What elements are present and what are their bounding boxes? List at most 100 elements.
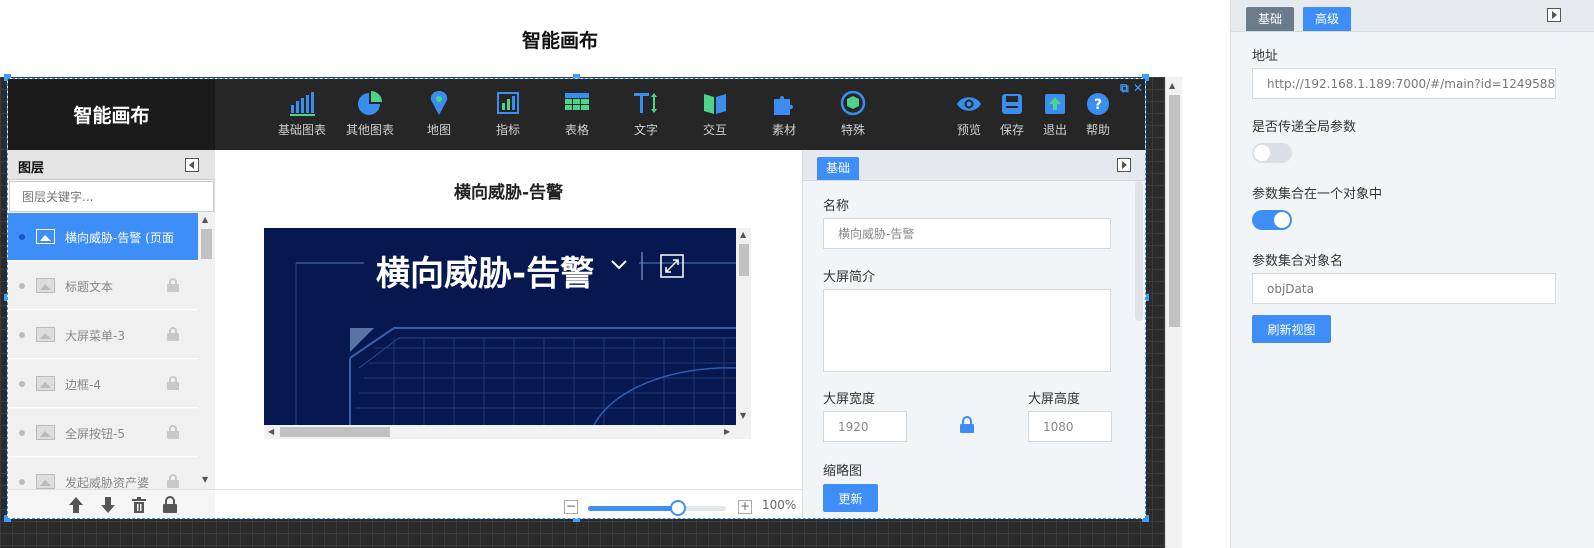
app-logo: 智能画布 [8,79,215,150]
close-icon[interactable]: ✕ [1133,81,1143,95]
text-icon [634,93,657,113]
preview-vertical-scrollbar[interactable]: ▲ ▼ [736,228,751,425]
layer-item[interactable]: 横向威胁-告警 (页面 [8,213,198,261]
pass-global-toggle[interactable] [1252,143,1292,163]
lock-icon[interactable] [167,278,179,292]
object-name-input[interactable]: objData [1252,273,1556,304]
lock-icon[interactable] [167,376,179,390]
collapse-right-icon[interactable] [1547,8,1561,22]
tool-label: 基础图表 [277,123,326,137]
scrollbar-thumb[interactable] [280,427,390,437]
tool-indicator[interactable]: 指标 [475,89,541,138]
tool-material[interactable]: 素材 [751,89,817,138]
eye-icon [957,97,981,111]
table-icon [565,93,589,110]
property-scrollbar[interactable] [1135,181,1143,321]
layer-panel-header: 图层 [8,150,215,180]
collapse-right-icon[interactable] [1117,158,1131,172]
update-thumbnail-button[interactable]: 更新 [823,484,878,512]
preview-button[interactable]: 预览 [951,91,987,138]
preview-image: 横向威胁-告警 [264,228,736,425]
collapse-left-icon[interactable] [185,158,199,172]
lock-icon[interactable] [163,496,177,513]
zoom-percentage: 100% [762,498,797,512]
property-panel: 基础 名称 横向威胁-告警 大屏简介 大屏宽度 1920 大屏高度 1080 缩… [802,150,1145,518]
page-preview[interactable]: 横向威胁-告警 ▲ ▼ ◀ ▶ [264,228,751,439]
layer-panel-title: 图层 [18,161,45,176]
save-button[interactable]: 保存 [994,91,1030,138]
width-label: 大屏宽度 [823,392,876,407]
scroll-left-arrow-icon[interactable]: ◀ [268,427,274,436]
layer-item[interactable]: 发起威胁资产婆 [8,458,198,489]
restore-icon[interactable]: ⧉ [1120,81,1129,95]
zoom-bar: − + 100% [215,489,802,518]
scroll-up-arrow-icon[interactable]: ▲ [740,230,746,239]
tool-label: 地图 [426,123,451,137]
tool-interaction[interactable]: 交互 [682,89,748,138]
zoom-slider-handle[interactable] [669,500,686,516]
scroll-down-arrow-icon[interactable]: ▼ [740,411,746,420]
move-down-icon[interactable] [101,497,115,513]
preview-label: 预览 [956,123,981,137]
tool-label: 其他图表 [345,123,394,137]
tool-text[interactable]: 文字 [613,89,679,138]
tool-table[interactable]: 表格 [544,89,610,138]
tool-label: 文字 [633,123,658,137]
aspect-lock-icon[interactable] [960,416,974,433]
special-icon [840,90,866,116]
tool-map[interactable]: 地图 [406,89,472,138]
tab-advanced[interactable]: 高级 [1303,7,1352,31]
lock-icon[interactable] [167,327,179,341]
canvas-scrollbar[interactable]: ▲ [1165,77,1182,548]
image-icon [36,474,55,489]
zoom-in-icon[interactable]: + [738,500,752,514]
height-label: 大屏高度 [1028,392,1081,407]
zoom-out-icon[interactable]: − [564,500,578,514]
exit-button[interactable]: 退出 [1037,91,1073,138]
refresh-view-button[interactable]: 刷新视图 [1252,315,1331,343]
tool-label: 交互 [702,123,727,137]
move-up-icon[interactable] [69,497,83,513]
tool-label: 特殊 [840,123,865,137]
layer-item[interactable]: 标题文本 [8,262,198,310]
layer-search-input[interactable] [9,181,214,212]
layer-dot [19,283,25,289]
address-label: 地址 [1252,49,1279,64]
collect-params-label: 参数集合在一个对象中 [1252,187,1383,202]
width-input[interactable]: 1920 [823,411,907,442]
settings-header: 基础 高级 [1231,0,1594,32]
help-icon: ? [1087,93,1109,115]
tool-basic-chart[interactable]: 基础图表 [269,89,335,138]
embedded-app-frame: 智能画布 基础图表 其他图表 地图 指标 表格 文字 交互 素材 特殊 预览 保… [7,78,1146,519]
zoom-slider[interactable] [588,500,726,516]
exit-icon [1045,94,1065,114]
preview-headline: 横向威胁-告警 [376,254,595,294]
layer-list: 横向威胁-告警 (页面 标题文本 大屏菜单-3 边框-4 全屏按钮-5 发起威胁… [8,213,198,489]
height-input[interactable]: 1080 [1028,411,1112,442]
scrollbar-thumb[interactable] [1169,95,1180,327]
name-input[interactable]: 横向威胁-告警 [823,218,1111,249]
address-input[interactable]: http://192.168.1.189:7000/#/main?id=1249… [1252,68,1556,99]
lock-icon[interactable] [167,425,179,439]
tool-special[interactable]: 特殊 [820,89,886,138]
help-button[interactable]: ? 帮助 [1080,91,1116,138]
layer-item[interactable]: 边框-4 [8,360,198,408]
layer-item[interactable]: 全屏按钮-5 [8,409,198,457]
scroll-up-arrow-icon[interactable]: ▲ [202,215,208,224]
layer-scrollbar[interactable]: ▲ ▼ [198,213,215,489]
collect-params-toggle[interactable] [1252,210,1292,230]
layer-item[interactable]: 大屏菜单-3 [8,311,198,359]
tab-basic[interactable]: 基础 [1246,7,1295,31]
scroll-up-arrow-icon[interactable]: ▲ [1169,81,1175,90]
scroll-down-arrow-icon[interactable]: ▼ [202,475,208,484]
tab-basic[interactable]: 基础 [817,157,860,180]
scrollbar-thumb[interactable] [739,244,749,276]
preview-horizontal-scrollbar[interactable]: ◀ ▶ [264,425,751,439]
delete-icon[interactable] [132,497,146,513]
scroll-right-arrow-icon[interactable]: ▶ [724,427,730,436]
scrollbar-thumb[interactable] [201,229,212,259]
tool-other-chart[interactable]: 其他图表 [337,89,403,138]
description-textarea[interactable] [823,289,1111,372]
lock-icon[interactable] [167,474,179,488]
save-label: 保存 [999,123,1024,137]
